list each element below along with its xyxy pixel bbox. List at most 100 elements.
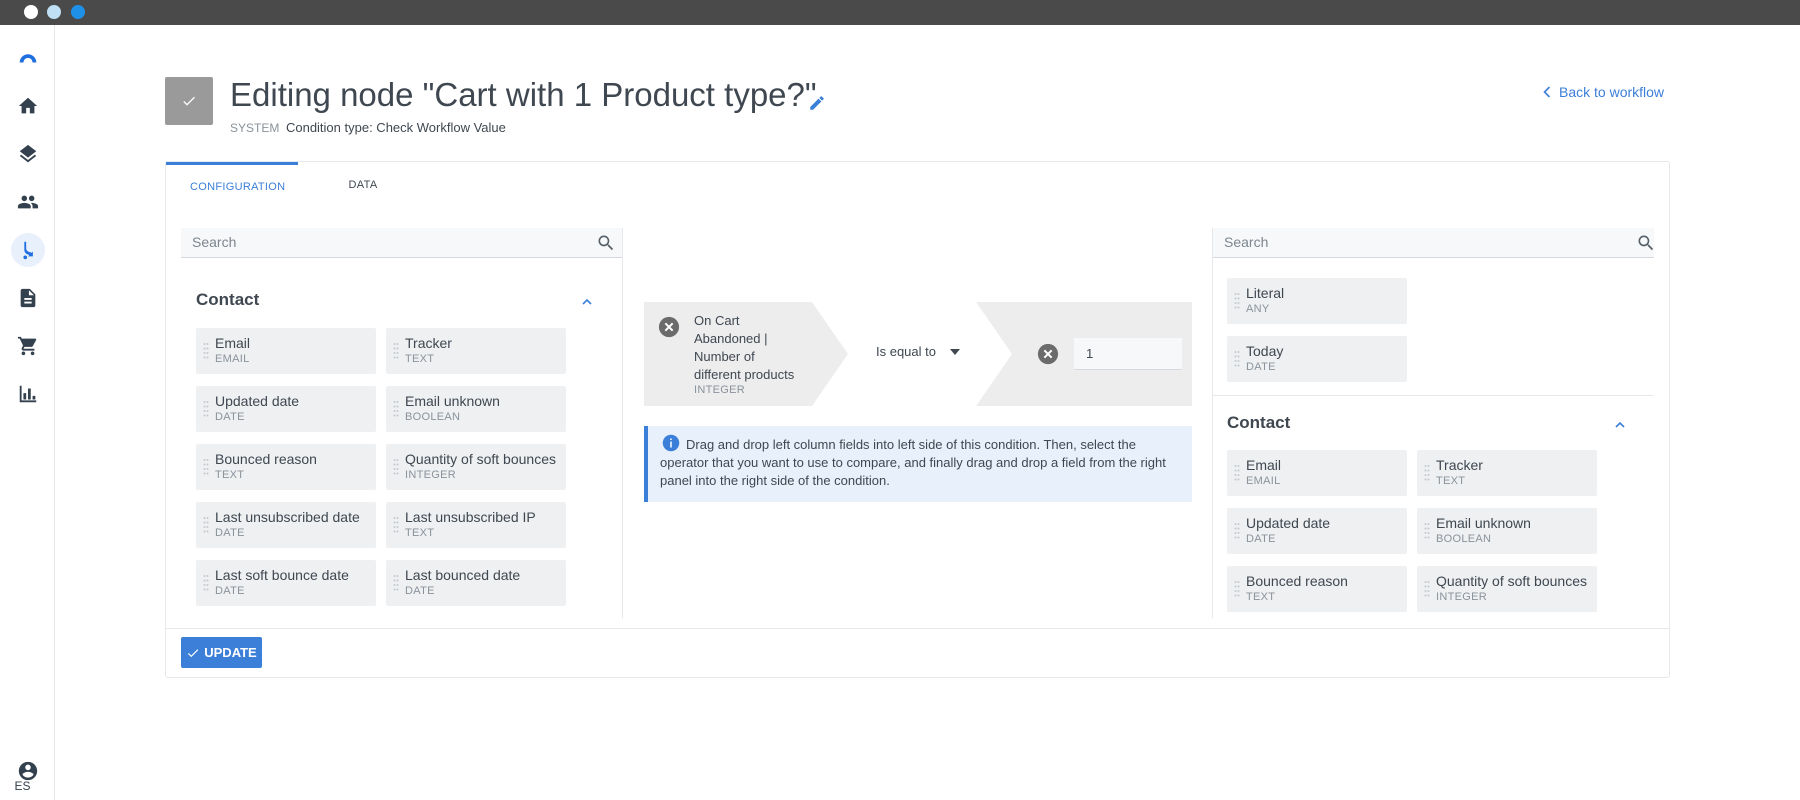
field-name: Last unsubscribed IP: [405, 509, 536, 525]
draggable-field[interactable]: Quantity of soft bounces INTEGER: [386, 444, 566, 490]
draggable-field[interactable]: Email EMAIL: [196, 328, 376, 374]
field-type: TEXT: [1436, 475, 1466, 487]
field-type: INTEGER: [405, 469, 456, 481]
logo-icon[interactable]: [11, 40, 45, 74]
check-icon: [183, 96, 195, 106]
field-name: Updated date: [1246, 515, 1331, 531]
field-type: TEXT: [405, 353, 435, 365]
drag-handle-icon[interactable]: [1234, 464, 1240, 482]
chevron-up-icon[interactable]: [581, 296, 593, 308]
drag-handle-icon[interactable]: [1424, 580, 1430, 598]
remove-right-operand-icon[interactable]: [1037, 343, 1059, 365]
page-subtitle: SYSTEM Condition type: Check Workflow Va…: [230, 120, 506, 135]
field-name: Today: [1246, 343, 1284, 359]
field-name: Tracker: [405, 335, 452, 351]
condition-type-label: Condition type: Check Workflow Value: [285, 120, 506, 135]
draggable-field[interactable]: Email unknown BOOLEAN: [1417, 508, 1597, 554]
language-selector[interactable]: ES: [0, 779, 45, 793]
drag-handle-icon[interactable]: [393, 458, 399, 476]
caret-down-icon: [950, 348, 960, 355]
people-icon[interactable]: [11, 185, 45, 219]
drag-handle-icon[interactable]: [203, 516, 209, 534]
check-icon: [188, 648, 199, 657]
workflow-icon[interactable]: [11, 233, 45, 267]
draggable-field[interactable]: Today DATE: [1227, 336, 1407, 382]
document-icon[interactable]: [11, 281, 45, 315]
tab-configuration[interactable]: CONFIGURATION: [166, 162, 298, 208]
right-section-title: Contact: [1227, 413, 1291, 432]
field-type: BOOLEAN: [1436, 533, 1492, 545]
remove-left-operand-icon[interactable]: [658, 316, 680, 338]
back-to-workflow-link[interactable]: Back to workflow: [1543, 84, 1664, 100]
tab-data[interactable]: DATA: [323, 162, 403, 208]
window-minimize-dot[interactable]: [47, 5, 61, 19]
field-name: Literal: [1246, 285, 1285, 301]
field-type: DATE: [405, 585, 435, 597]
drag-handle-icon[interactable]: [203, 574, 209, 592]
drag-handle-icon[interactable]: [393, 516, 399, 534]
drag-handle-icon[interactable]: [393, 342, 399, 360]
draggable-field[interactable]: Email unknown BOOLEAN: [386, 386, 566, 432]
home-icon[interactable]: [11, 89, 45, 123]
instructions-notice: Drag and drop left column fields into le…: [644, 426, 1192, 502]
field-name: Quantity of soft bounces: [1436, 573, 1587, 589]
draggable-field[interactable]: Email EMAIL: [1227, 450, 1407, 496]
draggable-field[interactable]: Last bounced date DATE: [386, 560, 566, 606]
draggable-field[interactable]: Quantity of soft bounces INTEGER: [1417, 566, 1597, 612]
field-name: Email: [215, 335, 251, 351]
chart-icon[interactable]: [11, 377, 45, 411]
field-name: Last unsubscribed date: [215, 509, 360, 525]
field-name: Last soft bounce date: [215, 567, 349, 583]
draggable-field[interactable]: Tracker TEXT: [1417, 450, 1597, 496]
draggable-field[interactable]: Last unsubscribed IP TEXT: [386, 502, 566, 548]
drag-handle-icon[interactable]: [1424, 464, 1430, 482]
draggable-field[interactable]: Bounced reason TEXT: [196, 444, 376, 490]
search-icon[interactable]: [1636, 233, 1656, 253]
draggable-field[interactable]: Last soft bounce date DATE: [196, 560, 376, 606]
drag-handle-icon[interactable]: [1424, 522, 1430, 540]
draggable-field[interactable]: Updated date DATE: [1227, 508, 1407, 554]
info-icon: [662, 434, 680, 452]
drag-handle-icon[interactable]: [1234, 580, 1240, 598]
draggable-field[interactable]: Literal ANY: [1227, 278, 1407, 324]
operator-select[interactable]: Is equal to: [876, 344, 960, 359]
drag-handle-icon[interactable]: [203, 458, 209, 476]
chevron-left-icon: [1543, 86, 1551, 98]
drag-handle-icon[interactable]: [1234, 522, 1240, 540]
search-icon[interactable]: [596, 233, 616, 253]
window-maximize-dot[interactable]: [71, 5, 85, 19]
condition-field-type: INTEGER: [694, 384, 745, 396]
draggable-field[interactable]: Updated date DATE: [196, 386, 376, 432]
drag-handle-icon[interactable]: [203, 400, 209, 418]
condition-field-name: On Cart Abandoned | Number of different …: [694, 313, 795, 382]
field-name: Updated date: [215, 393, 300, 409]
drag-handle-icon[interactable]: [393, 574, 399, 592]
layers-icon[interactable]: [11, 137, 45, 171]
field-name: Email unknown: [1436, 515, 1531, 531]
field-type: TEXT: [405, 527, 435, 539]
field-name: Email unknown: [405, 393, 500, 409]
cart-icon[interactable]: [11, 329, 45, 363]
editor-panel: CONFIGURATION DATA Search Contact Email E…: [165, 161, 1670, 678]
edit-pencil-icon[interactable]: [808, 94, 826, 112]
chevron-up-icon[interactable]: [1614, 419, 1626, 431]
update-button[interactable]: UPDATE: [181, 637, 262, 668]
drag-handle-icon[interactable]: [203, 342, 209, 360]
condition-left-operand[interactable]: On Cart Abandoned | Number of different …: [644, 302, 819, 406]
left-search-input[interactable]: Search: [181, 228, 622, 258]
draggable-field[interactable]: Last unsubscribed date DATE: [196, 502, 376, 548]
field-name: Quantity of soft bounces: [405, 451, 556, 467]
field-type: TEXT: [215, 469, 245, 481]
field-type: DATE: [1246, 361, 1276, 373]
field-name: Bounced reason: [1246, 573, 1348, 589]
drag-handle-icon[interactable]: [1234, 350, 1240, 368]
condition-value-input[interactable]: [1074, 338, 1182, 370]
divider: [1213, 395, 1654, 396]
draggable-field[interactable]: Bounced reason TEXT: [1227, 566, 1407, 612]
draggable-field[interactable]: Tracker TEXT: [386, 328, 566, 374]
drag-handle-icon[interactable]: [1234, 292, 1240, 310]
drag-handle-icon[interactable]: [393, 400, 399, 418]
right-search-input[interactable]: Search: [1213, 228, 1654, 258]
window-close-dot[interactable]: [24, 5, 38, 19]
node-type-badge: [165, 77, 213, 125]
